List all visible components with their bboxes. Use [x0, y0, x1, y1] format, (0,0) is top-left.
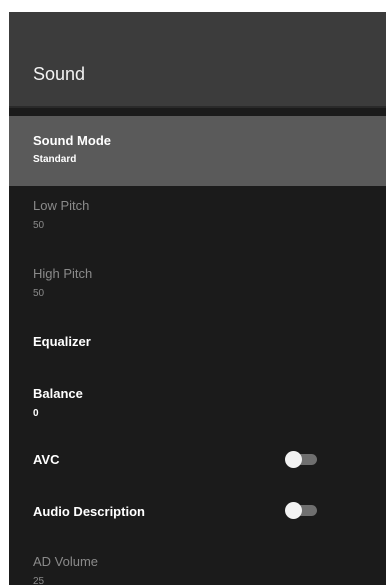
balance-label: Balance — [33, 386, 83, 401]
settings-header: Sound — [9, 12, 386, 108]
audio-description-toggle-knob — [285, 502, 302, 519]
menu-item-avc[interactable]: AVC — [9, 448, 386, 494]
balance-value: 0 — [33, 408, 39, 419]
sound-mode-value: Standard — [33, 154, 77, 165]
equalizer-label: Equalizer — [33, 334, 91, 349]
ad-volume-value: 25 — [33, 576, 45, 585]
avc-label: AVC — [33, 452, 60, 467]
low-pitch-value: 50 — [33, 220, 45, 231]
menu-item-sound-mode[interactable]: Sound Mode Standard — [9, 116, 386, 186]
audio-description-toggle[interactable] — [285, 502, 319, 519]
avc-toggle[interactable] — [285, 451, 319, 468]
menu-item-balance[interactable]: Balance 0 — [9, 382, 386, 448]
page-title: Sound — [33, 64, 86, 84]
ad-volume-label: AD Volume — [33, 554, 99, 569]
menu-item-equalizer[interactable]: Equalizer — [9, 320, 386, 382]
high-pitch-value: 50 — [33, 288, 45, 299]
menu-item-ad-volume[interactable]: AD Volume 25 — [9, 550, 386, 585]
audio-description-label: Audio Description — [33, 504, 145, 519]
sound-settings-panel: Sound Sound Mode Standard Low Pitch 50 H… — [9, 12, 386, 585]
menu-item-low-pitch[interactable]: Low Pitch 50 — [9, 186, 386, 252]
low-pitch-label: Low Pitch — [33, 198, 90, 213]
menu-item-high-pitch[interactable]: High Pitch 50 — [9, 252, 386, 320]
menu-item-audio-description[interactable]: Audio Description — [9, 494, 386, 550]
avc-toggle-knob — [285, 451, 302, 468]
sound-mode-label: Sound Mode — [33, 133, 111, 148]
high-pitch-label: High Pitch — [33, 266, 93, 281]
